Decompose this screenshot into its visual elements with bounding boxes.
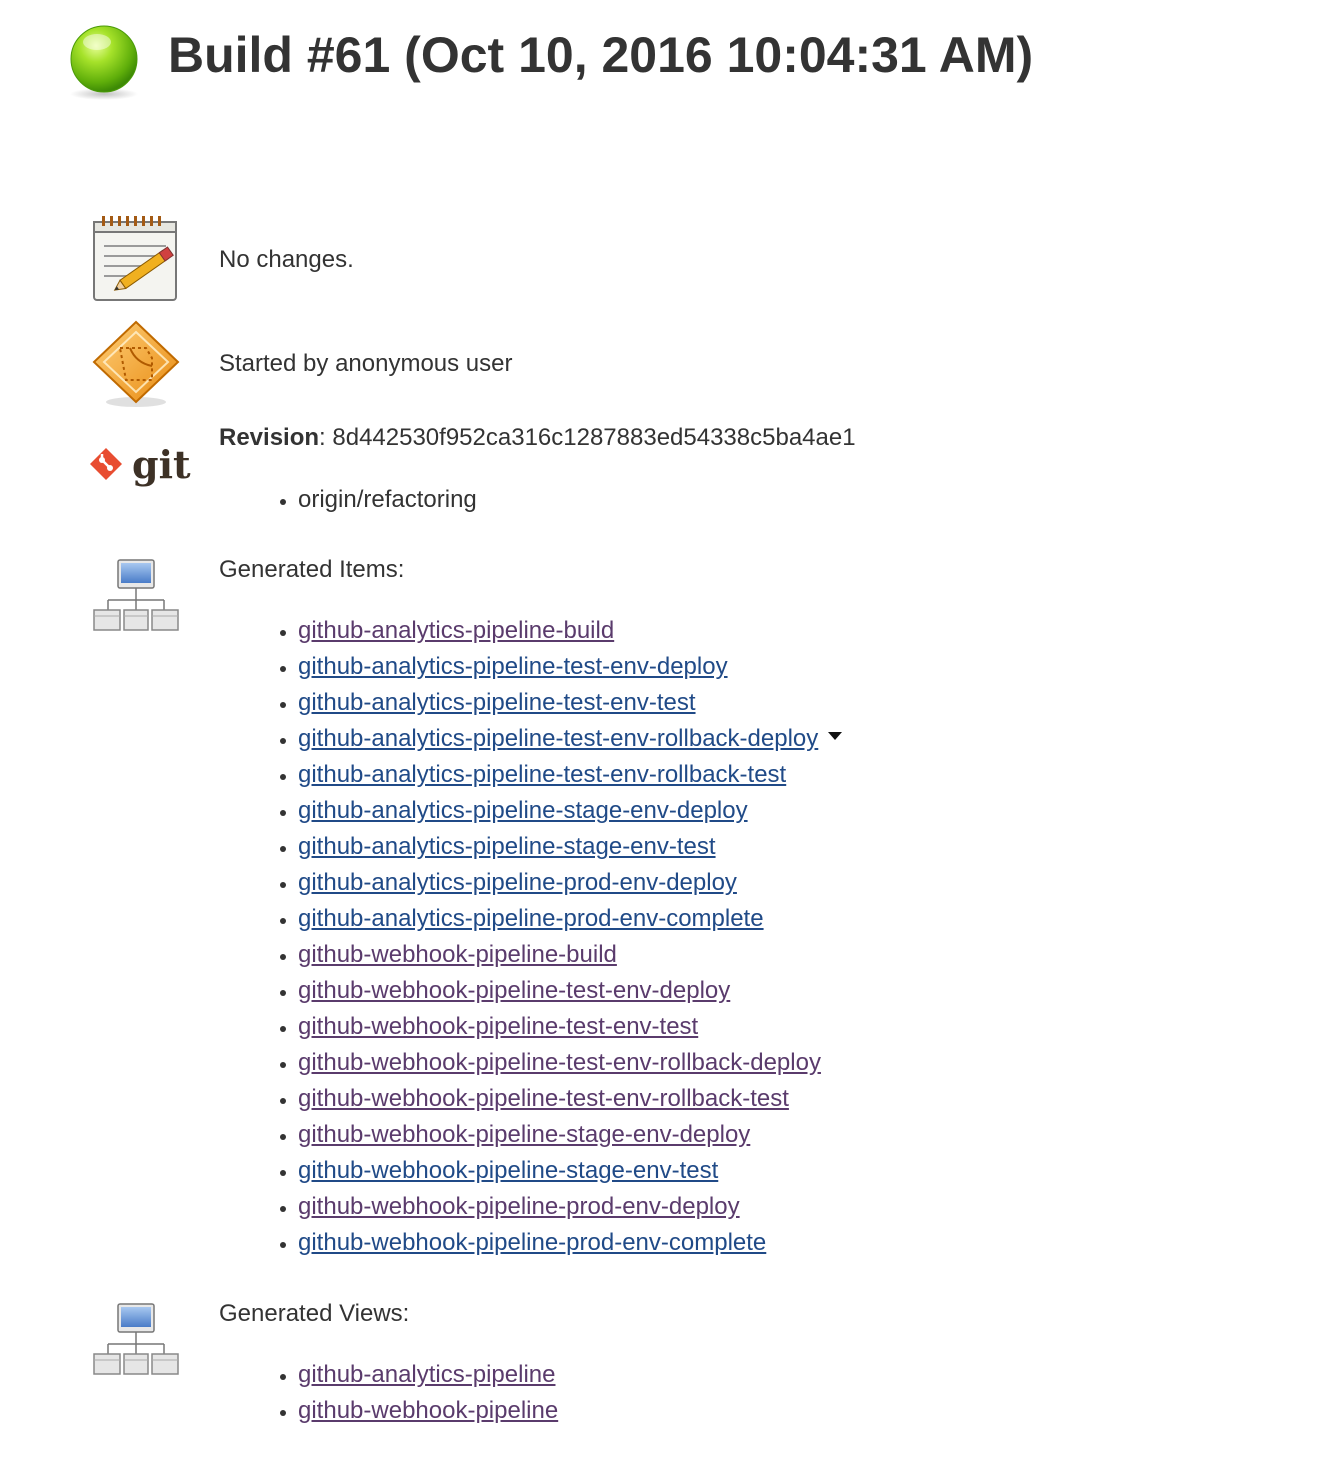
branch-list: origin/refactoring: [259, 482, 477, 518]
generated-item-link[interactable]: github-analytics-pipeline-test-env-test: [298, 689, 696, 716]
git-logo: git: [86, 442, 191, 492]
generated-view-item: github-analytics-pipeline: [298, 1357, 558, 1393]
generated-views-list: github-analytics-pipeline github-webhook-…: [259, 1357, 558, 1429]
generated-item-item: github-webhook-pipeline-stage-env-test: [298, 1153, 842, 1189]
hierarchy-icon: [93, 559, 179, 631]
generated-item-link[interactable]: github-analytics-pipeline-test-env-rollb…: [298, 761, 786, 788]
git-logo-text: git: [132, 442, 191, 487]
generated-item-item: github-webhook-pipeline-test-env-deploy: [298, 973, 842, 1009]
generated-item-link[interactable]: github-webhook-pipeline-prod-env-deploy: [298, 1193, 740, 1220]
generated-item-item: github-analytics-pipeline-stage-env-depl…: [298, 793, 842, 829]
generated-item-item: github-analytics-pipeline-prod-env-compl…: [298, 901, 842, 937]
generated-item-item: github-webhook-pipeline-test-env-test: [298, 1009, 842, 1045]
generated-item-item: github-webhook-pipeline-prod-env-deploy: [298, 1189, 842, 1225]
context-menu-caret-icon[interactable]: [828, 731, 843, 740]
generated-item-link[interactable]: github-analytics-pipeline-prod-env-deplo…: [298, 869, 737, 896]
generated-item-item: github-analytics-pipeline-build: [298, 613, 842, 649]
generated-item-link[interactable]: github-webhook-pipeline-test-env-test: [298, 1013, 698, 1040]
hierarchy-icon: [93, 1303, 179, 1375]
generated-item-link[interactable]: github-analytics-pipeline-stage-env-depl…: [298, 797, 748, 824]
generated-item-item: github-analytics-pipeline-test-env-rollb…: [298, 757, 842, 793]
generated-item-link[interactable]: github-analytics-pipeline-prod-env-compl…: [298, 905, 764, 932]
generated-item-link[interactable]: github-webhook-pipeline-stage-env-deploy: [298, 1121, 750, 1148]
generated-item-item: github-webhook-pipeline-prod-env-complet…: [298, 1225, 842, 1261]
generated-item-link[interactable]: github-analytics-pipeline-stage-env-test: [298, 833, 716, 860]
generated-item-link[interactable]: github-analytics-pipeline-test-env-rollb…: [298, 725, 818, 752]
generated-item-item: github-webhook-pipeline-build: [298, 937, 842, 973]
revision-label: Revision: [219, 424, 320, 451]
generated-views-label: Generated Views:: [219, 1300, 410, 1327]
generated-view-link[interactable]: github-analytics-pipeline: [298, 1361, 555, 1388]
revision-separator: :: [319, 424, 333, 451]
generated-item-item: github-analytics-pipeline-test-env-deplo…: [298, 649, 842, 685]
generated-item-link[interactable]: github-webhook-pipeline-test-env-deploy: [298, 977, 730, 1004]
generated-item-link[interactable]: github-webhook-pipeline-test-env-rollbac…: [298, 1085, 789, 1112]
orange-diamond-user-icon: [92, 320, 180, 407]
generated-item-link[interactable]: github-webhook-pipeline-build: [298, 941, 617, 968]
generated-item-item: github-analytics-pipeline-prod-env-deplo…: [298, 865, 842, 901]
changes-text: No changes.: [219, 246, 354, 273]
generated-item-item: github-webhook-pipeline-stage-env-deploy: [298, 1117, 842, 1153]
generated-items-label: Generated Items:: [219, 556, 405, 583]
generated-view-link[interactable]: github-webhook-pipeline: [298, 1397, 558, 1424]
git-diamond-icon: [90, 448, 122, 480]
branch-item: origin/refactoring: [298, 482, 477, 518]
generated-item-item: github-analytics-pipeline-stage-env-test: [298, 829, 842, 865]
generated-item-item: github-analytics-pipeline-test-env-test: [298, 685, 842, 721]
revision-hash: 8d442530f952ca316c1287883ed54338c5ba4ae1: [332, 424, 856, 451]
page-title: Build #61 (Oct 10, 2016 10:04:31 AM): [168, 27, 1034, 83]
generated-item-item: github-webhook-pipeline-test-env-rollbac…: [298, 1045, 842, 1081]
build-cause-text: Started by anonymous user: [219, 350, 513, 377]
generated-item-item: github-analytics-pipeline-test-env-rollb…: [298, 721, 843, 757]
generated-item-link[interactable]: github-webhook-pipeline-stage-env-test: [298, 1157, 718, 1184]
generated-item-link[interactable]: github-webhook-pipeline-prod-env-complet…: [298, 1229, 766, 1256]
generated-item-link[interactable]: github-analytics-pipeline-build: [298, 617, 614, 644]
generated-item-item: github-webhook-pipeline-test-env-rollbac…: [298, 1081, 842, 1117]
generated-items-list: github-analytics-pipeline-build github-an…: [259, 613, 843, 1261]
notepad-pencil-icon: [93, 216, 177, 301]
generated-view-item: github-webhook-pipeline: [298, 1393, 558, 1429]
build-status-success-icon: [70, 25, 138, 100]
revision-line: Revision: 8d442530f952ca316c1287883ed543…: [219, 423, 856, 453]
build-header: [64, 22, 144, 102]
generated-item-link[interactable]: github-webhook-pipeline-test-env-rollbac…: [298, 1049, 821, 1076]
generated-item-link[interactable]: github-analytics-pipeline-test-env-deplo…: [298, 653, 728, 680]
